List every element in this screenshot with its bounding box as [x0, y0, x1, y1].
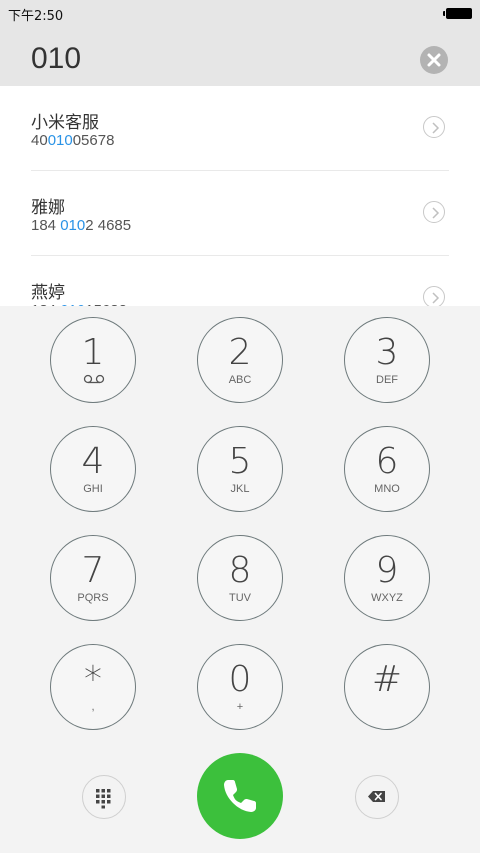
status-bar: 下午2:50 [0, 0, 480, 28]
contact-number: 184 0102 4685 [31, 217, 132, 234]
key-letters: ABC [228, 374, 252, 386]
close-icon [427, 53, 441, 67]
key-0[interactable]: 0 + [197, 644, 283, 730]
contact-row[interactable]: 小米客服 4001005678 [31, 86, 449, 171]
clear-button[interactable] [420, 46, 448, 74]
key-digit: 1 [81, 332, 105, 373]
number-match-highlight: 010 [47, 132, 73, 149]
key-digit: 9 [375, 550, 399, 591]
key-letters: + [236, 701, 244, 713]
dial-header: 010 [0, 28, 480, 86]
key-digit: 0 [228, 659, 252, 700]
key-digit: 3 [375, 332, 399, 373]
key-letters: MNO [374, 483, 400, 495]
contact-detail-button[interactable] [423, 286, 445, 306]
backspace-icon [368, 791, 385, 802]
key-digit: 4 [81, 441, 105, 482]
key-9[interactable]: 9 WXYZ [344, 535, 430, 621]
key-digit: 7 [81, 550, 105, 591]
key-digit: * [84, 659, 102, 700]
key-letters: DEF [376, 374, 398, 386]
key-4[interactable]: 4 GHI [50, 426, 136, 512]
key-digit: 6 [375, 441, 399, 482]
phone-icon [224, 780, 256, 812]
contact-row[interactable]: 燕婷 184 01015682 [31, 256, 449, 306]
key-letters: JKL [230, 483, 250, 495]
dial-keypad: 1 2 ABC 3 DEF 4 GHI 5 JKL 6 MNO 7 PQRS 8… [0, 306, 480, 853]
key-digit: 5 [228, 441, 252, 482]
contact-row[interactable]: 雅娜 184 0102 4685 [31, 171, 449, 256]
contact-detail-button[interactable] [423, 201, 445, 223]
key-letters: TUV [229, 592, 251, 604]
contact-name: 小米客服 [31, 113, 99, 133]
number-match-highlight: 010 [60, 217, 86, 234]
key-2[interactable]: 2 ABC [197, 317, 283, 403]
matched-contacts-list: 小米客服 4001005678 雅娜 184 0102 4685 燕婷 184 … [0, 86, 480, 306]
voicemail-icon [83, 374, 105, 384]
dialpad-icon [96, 789, 111, 809]
status-time: 下午2:50 [8, 9, 64, 24]
key-7[interactable]: 7 PQRS [50, 535, 136, 621]
key-letters: GHI [83, 483, 103, 495]
chevron-right-icon [432, 207, 440, 219]
key-star[interactable]: * , [50, 644, 136, 730]
contact-name: 燕婷 [31, 283, 65, 303]
contact-detail-button[interactable] [423, 116, 445, 138]
contact-number: 4001005678 [31, 132, 115, 149]
key-6[interactable]: 6 MNO [344, 426, 430, 512]
key-digit: 2 [228, 332, 252, 373]
key-hash[interactable]: # [344, 644, 430, 730]
key-digit: 8 [228, 550, 252, 591]
key-letters: , [91, 701, 95, 713]
contact-name: 雅娜 [31, 198, 65, 218]
key-letters: PQRS [77, 592, 109, 604]
chevron-right-icon [432, 292, 440, 304]
key-letters: WXYZ [371, 592, 403, 604]
dialed-number: 010 [31, 42, 82, 75]
call-button[interactable] [197, 753, 283, 839]
chevron-right-icon [432, 122, 440, 134]
key-3[interactable]: 3 DEF [344, 317, 430, 403]
key-1[interactable]: 1 [50, 317, 136, 403]
backspace-button[interactable] [355, 775, 399, 819]
keypad-toggle-button[interactable] [82, 775, 126, 819]
key-digit: # [371, 659, 403, 700]
battery-icon [443, 8, 472, 19]
key-8[interactable]: 8 TUV [197, 535, 283, 621]
key-5[interactable]: 5 JKL [197, 426, 283, 512]
